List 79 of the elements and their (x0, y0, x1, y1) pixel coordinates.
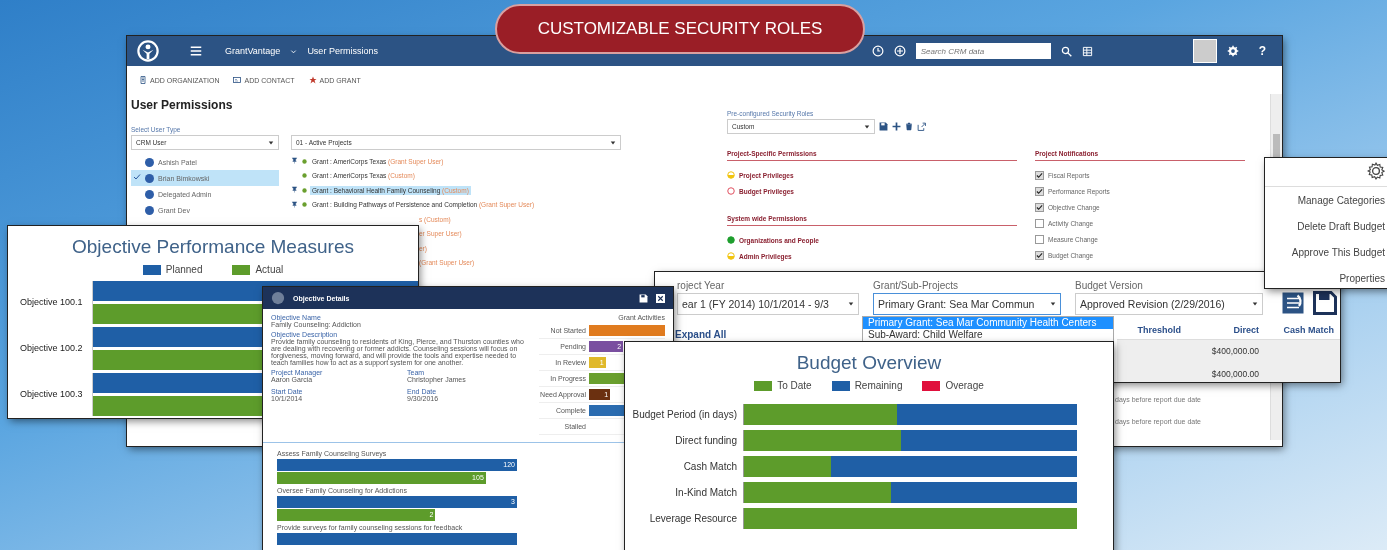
axis-label: In-Kind Match (674, 486, 738, 498)
search-icon (1060, 45, 1072, 57)
menu-icon (189, 45, 203, 57)
checkbox[interactable] (1035, 234, 1044, 244)
axis-label: Direct funding (674, 434, 738, 446)
status-dot-icon (302, 187, 307, 193)
search-field[interactable]: Search CRM data (915, 43, 1051, 59)
table-cell: $400,000.00 (1187, 340, 1265, 363)
check-icon (1036, 251, 1043, 259)
permission-status-icon (727, 236, 735, 244)
caret-icon (290, 47, 298, 55)
menu-item[interactable]: Properties (1339, 272, 1385, 284)
menu-item[interactable]: Approve This Budget (1291, 246, 1385, 258)
dropdown[interactable]: ear 1 (FY 2014) 10/1/2014 - 9/3 (677, 293, 859, 315)
section-title: User Permissions (131, 98, 234, 112)
close-icon (656, 293, 665, 303)
caret-icon (1050, 301, 1056, 307)
caret-icon (610, 139, 616, 146)
caret-icon (848, 301, 854, 307)
permission-status-icon (727, 171, 735, 179)
axis-label: Leverage Resource (648, 512, 738, 524)
legend-label: Planned (165, 264, 203, 275)
table-cell: $400,000.00 (1187, 363, 1265, 382)
check-icon (133, 173, 141, 181)
status-dot-icon (302, 173, 307, 179)
menu-item[interactable]: Delete Draft Budget (1297, 220, 1385, 232)
checkbox[interactable] (1035, 202, 1044, 212)
save-icon (879, 122, 888, 131)
save-icon (1313, 291, 1337, 315)
banner-title: CUSTOMIZABLE SECURITY ROLES (495, 4, 865, 54)
save-icon (639, 293, 648, 303)
dropdown-option[interactable]: Sub-Award: Child Welfare (863, 329, 1113, 341)
settings-icon (1226, 45, 1239, 57)
add-icon (893, 45, 906, 57)
grid-icon (1081, 45, 1093, 57)
checkbox[interactable] (1035, 186, 1044, 196)
logo-icon (137, 40, 159, 62)
trash-icon (905, 122, 913, 131)
axis-label: Objective 100.2 (19, 343, 84, 353)
clock-icon (871, 45, 884, 57)
field-label: Grant/Sub-Projects (873, 280, 960, 291)
star-icon (308, 76, 317, 84)
expand-all-link[interactable]: Expand All (675, 329, 727, 340)
axis-label: Cash Match (682, 460, 738, 472)
contact-card-icon (233, 76, 242, 84)
legend-label: Actual (255, 264, 284, 275)
checkbox[interactable] (1035, 218, 1044, 228)
logo-icon (271, 291, 285, 305)
dropdown[interactable]: Approved Revision (2/29/2016) (1075, 293, 1263, 315)
field-label: roject Year (677, 280, 726, 291)
axis-label: Objective 100.1 (19, 297, 84, 307)
chart-title: Budget Overview (795, 352, 943, 374)
legend-label: Overage (945, 380, 984, 391)
chart-title: Objective Performance Measures (71, 236, 355, 258)
avatar[interactable] (1192, 39, 1217, 63)
refresh-table-icon (1281, 291, 1305, 315)
legend-label: Remaining (854, 380, 903, 391)
add-icon (892, 122, 901, 131)
legend-label: To Date (777, 380, 812, 391)
export-icon (917, 122, 926, 131)
axis-label: Objective 100.3 (19, 389, 84, 399)
field-label: Budget Version (1075, 280, 1144, 291)
menu-item[interactable]: Manage Categories (1297, 194, 1385, 206)
status-dot-icon (302, 158, 307, 164)
help-button[interactable]: ? (1258, 44, 1266, 58)
building-icon (139, 76, 147, 84)
checkbox[interactable] (1035, 250, 1044, 260)
permission-status-icon (727, 187, 735, 195)
caret-icon (1252, 301, 1258, 307)
caret-icon (864, 123, 870, 130)
permission-status-icon (727, 252, 735, 260)
dropdown[interactable]: Primary Grant: Sea Mar Commun (873, 293, 1061, 315)
axis-label: Budget Period (in days) (631, 408, 738, 420)
checkbox[interactable] (1035, 170, 1044, 180)
page-title: User Permissions (307, 46, 378, 56)
settings-icon (1367, 162, 1385, 180)
status-dot-icon (302, 202, 307, 208)
app-name[interactable]: GrantVantage (225, 46, 281, 56)
caret-icon (268, 139, 274, 146)
